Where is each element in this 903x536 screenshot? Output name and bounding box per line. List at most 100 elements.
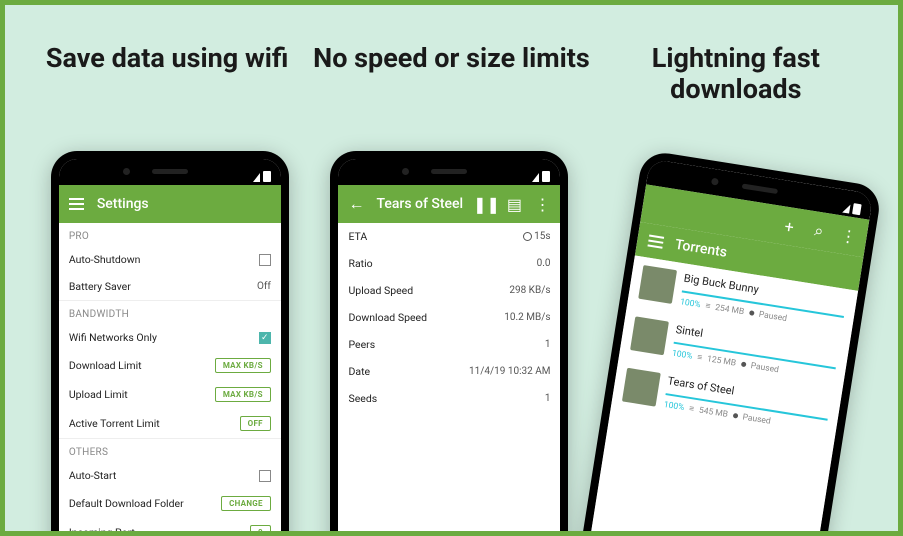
detail-row: Date 11/4/19 10:32 AM xyxy=(338,358,560,385)
settings-row[interactable]: Download Limit MAX KB/S xyxy=(59,351,281,380)
checkbox[interactable] xyxy=(259,254,271,266)
torrents-list: Big Buck Bunny100% ≡ 254 MB PausedSintel… xyxy=(584,256,858,536)
setting-label: Auto-Start xyxy=(69,469,116,482)
signal-icon xyxy=(253,173,260,182)
status: Paused xyxy=(742,412,772,426)
detail-value: 1 xyxy=(545,339,551,350)
percent: 100% xyxy=(680,297,702,310)
setting-label: Battery Saver xyxy=(69,280,131,293)
detail-label: Peers xyxy=(348,338,375,351)
settings-row[interactable]: Auto-Shutdown xyxy=(59,246,281,273)
search-icon[interactable]: ⌕ xyxy=(810,222,828,240)
detail-value: 298 KB/s xyxy=(509,285,550,296)
value-chip[interactable]: MAX KB/S xyxy=(215,387,271,402)
detail-value: 15s xyxy=(523,231,550,242)
settings-row[interactable]: Battery Saver Off xyxy=(59,273,281,300)
headlines-row: Save data using wifi No speed or size li… xyxy=(5,5,898,125)
detail-row: Ratio 0.0 xyxy=(338,250,560,277)
setting-label: Upload Limit xyxy=(69,388,128,401)
phone-camera xyxy=(123,168,130,175)
value-chip[interactable]: OFF xyxy=(240,416,271,431)
percent: 100% xyxy=(671,348,693,361)
thumbnail xyxy=(638,265,677,304)
detail-row: Seeds 1 xyxy=(338,385,560,412)
detail-row: Download Speed 10.2 MB/s xyxy=(338,304,560,331)
setting-label: Download Limit xyxy=(69,359,142,372)
value-chip[interactable]: 0 xyxy=(250,525,271,536)
bars-icon: ≡ xyxy=(697,352,704,364)
detail-label: Upload Speed xyxy=(348,284,413,297)
checkbox[interactable]: ✓ xyxy=(259,332,271,344)
detail-value: 10.2 MB/s xyxy=(504,312,550,323)
app-bar: ← Tears of Steel ❚❚ ▤ ⋮ xyxy=(338,185,560,223)
dot-icon xyxy=(749,310,755,316)
signal-icon xyxy=(532,173,539,182)
detail-row: ETA 15s xyxy=(338,223,560,250)
settings-row[interactable]: Incoming Port 0 xyxy=(59,518,281,536)
detail-value: 11/4/19 10:32 AM xyxy=(469,366,550,377)
page-title: Settings xyxy=(97,196,271,212)
detail-row: Peers 1 xyxy=(338,331,560,358)
phone-details: ← Tears of Steel ❚❚ ▤ ⋮ ETA 15s Ratio 0.0 Up… xyxy=(330,151,568,536)
value-chip[interactable]: CHANGE xyxy=(221,496,271,511)
menu-icon[interactable] xyxy=(69,196,85,212)
detail-value: 0.0 xyxy=(537,258,551,269)
detail-label: Ratio xyxy=(348,257,372,270)
headline-1: Save data using wifi xyxy=(25,43,309,105)
section-pro: PRO xyxy=(59,223,281,246)
list-icon[interactable]: ▤ xyxy=(506,196,522,212)
headline-2: No speed or size limits xyxy=(309,43,593,105)
battery-icon xyxy=(263,171,271,182)
status: Paused xyxy=(758,309,788,323)
dot-icon xyxy=(741,361,747,367)
detail-label: Date xyxy=(348,365,370,378)
phone-torrents: + ⌕ ⋮ Torrents Big Buck Bunny100% ≡ 254 … xyxy=(575,150,883,536)
size: 545 MB xyxy=(698,405,728,419)
setting-label: Default Download Folder xyxy=(69,497,184,510)
back-icon[interactable]: ← xyxy=(348,196,364,212)
checkbox[interactable] xyxy=(259,470,271,482)
more-icon[interactable]: ⋮ xyxy=(840,227,858,245)
section-others: OTHERS xyxy=(59,438,281,462)
app-bar: Settings xyxy=(59,185,281,223)
battery-icon xyxy=(852,203,862,215)
details-content: ETA 15s Ratio 0.0 Upload Speed 298 KB/s Downlo… xyxy=(338,223,560,536)
thumbnail xyxy=(630,316,669,355)
setting-label: Auto-Shutdown xyxy=(69,253,141,266)
section-bandwidth: BANDWIDTH xyxy=(59,300,281,324)
phone-settings: Settings PRO Auto-Shutdown Battery Saver O… xyxy=(51,151,289,536)
settings-row[interactable]: Default Download Folder CHANGE xyxy=(59,489,281,518)
phone-speaker xyxy=(431,169,467,174)
page-title: Tears of Steel xyxy=(376,196,466,212)
setting-value: Off xyxy=(257,281,271,292)
battery-icon xyxy=(542,171,550,182)
size: 125 MB xyxy=(707,354,737,368)
setting-label: Wifi Networks Only xyxy=(69,331,157,344)
settings-content: PRO Auto-Shutdown Battery Saver Off BANDWI… xyxy=(59,223,281,536)
status: Paused xyxy=(750,361,780,375)
pause-icon[interactable]: ❚❚ xyxy=(478,196,494,212)
value-chip[interactable]: MAX KB/S xyxy=(215,358,271,373)
detail-label: ETA xyxy=(348,230,367,243)
detail-row: Upload Speed 298 KB/s xyxy=(338,277,560,304)
menu-icon[interactable] xyxy=(646,232,664,250)
setting-label: Active Torrent Limit xyxy=(69,417,160,430)
bars-icon: ≡ xyxy=(688,403,695,415)
settings-row[interactable]: Auto-Start xyxy=(59,462,281,489)
promo-frame: Save data using wifi No speed or size li… xyxy=(0,0,903,536)
signal-icon xyxy=(842,204,850,214)
bars-icon: ≡ xyxy=(705,300,712,312)
detail-value: 1 xyxy=(545,393,551,404)
more-icon[interactable]: ⋮ xyxy=(534,196,550,212)
thumbnail xyxy=(622,368,661,407)
settings-row[interactable]: Active Torrent Limit OFF xyxy=(59,409,281,438)
settings-row[interactable]: Wifi Networks Only ✓ xyxy=(59,324,281,351)
phone-speaker xyxy=(152,169,188,174)
detail-label: Seeds xyxy=(348,392,377,405)
dot-icon xyxy=(733,413,739,419)
percent: 100% xyxy=(663,399,685,412)
add-icon[interactable]: + xyxy=(780,217,798,235)
setting-label: Incoming Port xyxy=(69,526,135,536)
detail-label: Download Speed xyxy=(348,311,427,324)
settings-row[interactable]: Upload Limit MAX KB/S xyxy=(59,380,281,409)
